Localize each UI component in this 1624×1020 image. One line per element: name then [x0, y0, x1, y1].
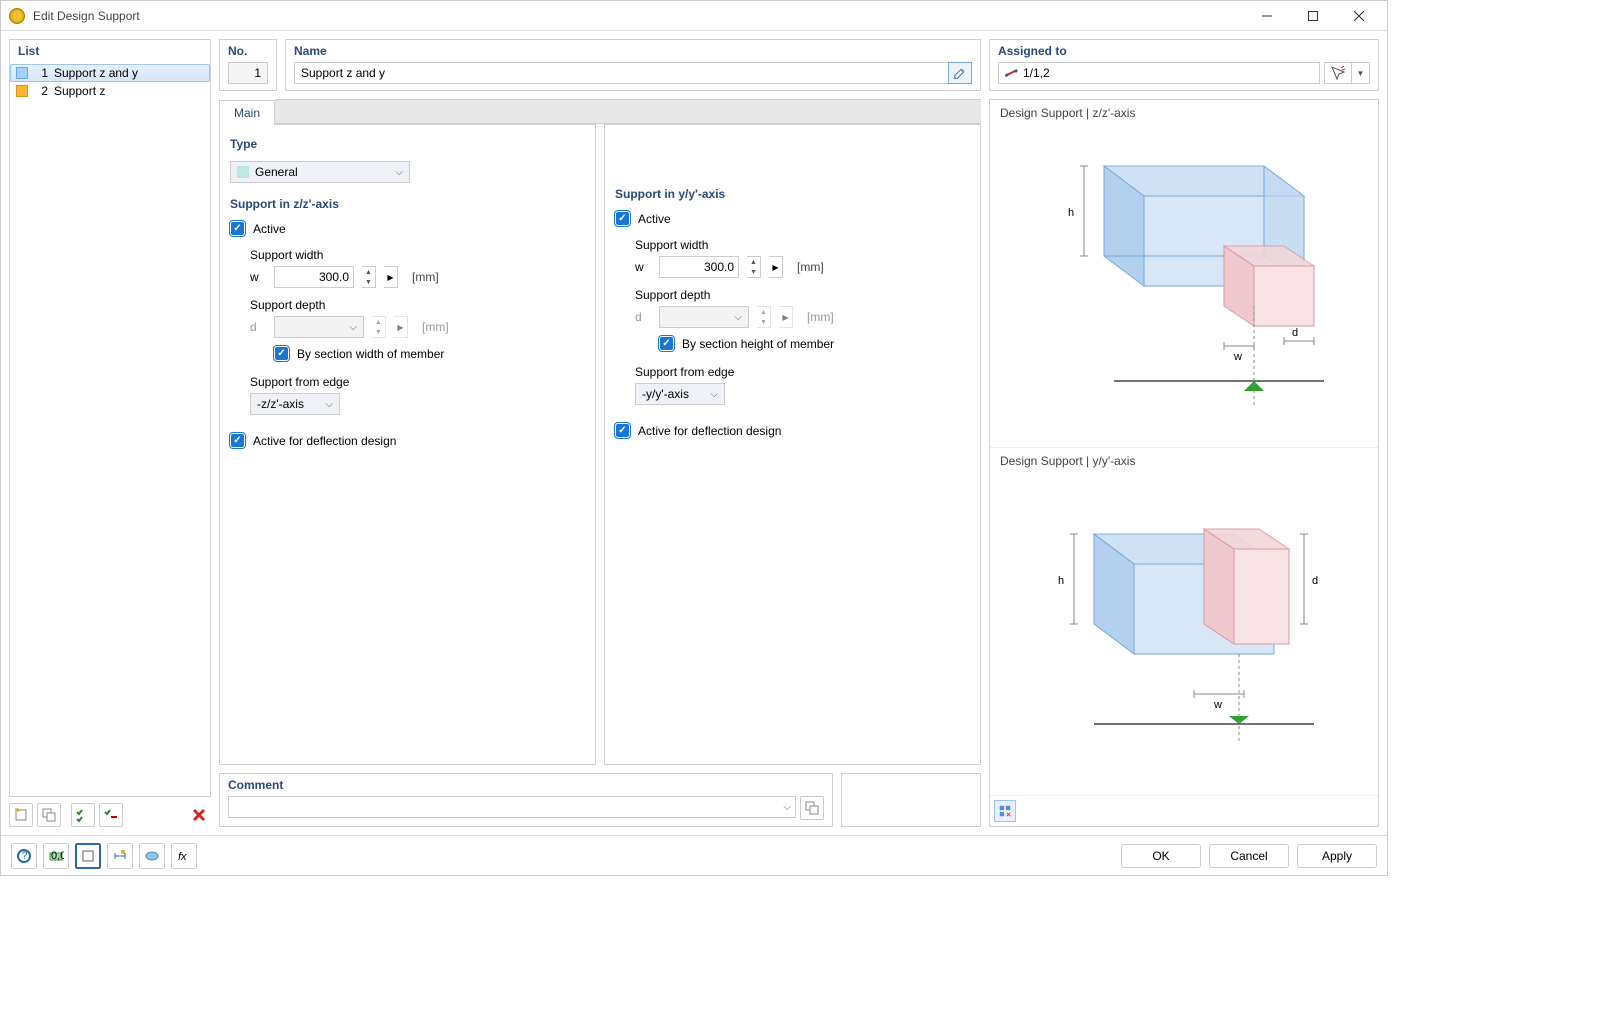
dimensions-button[interactable]: [107, 843, 133, 869]
svg-text:w: w: [1233, 351, 1242, 363]
active-z-checkbox[interactable]: [230, 221, 245, 236]
width-z-spinner[interactable]: ▲▼: [362, 266, 376, 288]
width-z-input[interactable]: 300.0: [274, 266, 354, 288]
frame-button[interactable]: [75, 843, 101, 869]
svg-text:d: d: [1312, 575, 1318, 587]
svg-text:?: ?: [22, 850, 28, 862]
comment-edit-button[interactable]: [800, 796, 824, 820]
no-field-box: No.: [219, 39, 277, 91]
deflection-y-checkbox[interactable]: [615, 423, 630, 438]
diagram-panel: Design Support | z/z'-axis: [989, 99, 1379, 827]
svg-text:h: h: [1068, 207, 1074, 219]
apply-button[interactable]: Apply: [1297, 844, 1377, 868]
depth-z-input: ⌵: [274, 316, 364, 338]
assigned-input[interactable]: 1/1,2: [998, 62, 1320, 84]
close-button[interactable]: [1345, 6, 1373, 26]
support-list[interactable]: 1 Support z and y 2 Support z: [10, 64, 210, 796]
edit-name-button[interactable]: [948, 62, 972, 84]
comment-combo[interactable]: ⌵: [228, 796, 796, 818]
help-button[interactable]: ?: [11, 843, 37, 869]
window-title: Edit Design Support: [33, 9, 1253, 23]
color-swatch: [16, 67, 28, 79]
panel-support-z: Type General ⌵ Support in z/z'-axis Acti…: [219, 124, 596, 765]
deflection-z-checkbox[interactable]: [230, 433, 245, 448]
function-button[interactable]: fx: [171, 843, 197, 869]
width-y-spinner[interactable]: ▲▼: [747, 256, 761, 278]
uncheck-all-button[interactable]: [99, 803, 123, 827]
no-input[interactable]: [228, 62, 268, 84]
name-input[interactable]: [294, 62, 949, 84]
edge-y-dropdown[interactable]: -y/y'-axis⌵: [635, 383, 725, 405]
pick-dropdown-button[interactable]: ▼: [1352, 62, 1370, 84]
by-section-y-checkbox[interactable]: [659, 336, 674, 351]
maximize-button[interactable]: [1299, 6, 1327, 26]
minimize-button[interactable]: [1253, 6, 1281, 26]
ok-button[interactable]: OK: [1121, 844, 1201, 868]
titlebar: Edit Design Support: [1, 1, 1387, 31]
depth-y-spinner: ▲▼: [757, 306, 771, 328]
type-dropdown[interactable]: General ⌵: [230, 161, 410, 183]
info-button[interactable]: [139, 843, 165, 869]
width-y-step[interactable]: ▶: [769, 256, 783, 278]
diagram-z: h w d: [1000, 120, 1368, 441]
diagram-options-button[interactable]: [994, 800, 1016, 822]
dialog-window: Edit Design Support List 1 Support z and…: [0, 0, 1388, 876]
check-all-button[interactable]: [71, 803, 95, 827]
width-z-step[interactable]: ▶: [384, 266, 398, 288]
list-heading: List: [10, 40, 210, 64]
units-button[interactable]: 0,00: [43, 843, 69, 869]
list-item[interactable]: 2 Support z: [10, 82, 210, 100]
name-field-box: Name: [285, 39, 981, 91]
copy-button[interactable]: [37, 803, 61, 827]
svg-text:fx: fx: [178, 851, 187, 863]
svg-text:w: w: [1213, 699, 1222, 711]
aux-box: [841, 773, 981, 827]
width-y-input[interactable]: 300.0: [659, 256, 739, 278]
member-icon: [1005, 68, 1019, 78]
pick-button[interactable]: [1324, 62, 1352, 84]
color-swatch: [16, 85, 28, 97]
delete-button[interactable]: [187, 803, 211, 827]
assigned-field-box: Assigned to 1/1,2 ▼: [989, 39, 1379, 91]
svg-text:h: h: [1058, 575, 1064, 587]
by-section-z-checkbox[interactable]: [274, 346, 289, 361]
list-item[interactable]: 1 Support z and y: [10, 64, 210, 82]
active-y-checkbox[interactable]: [615, 211, 630, 226]
app-icon: [9, 8, 25, 24]
svg-text:d: d: [1292, 327, 1298, 339]
depth-z-spinner: ▲▼: [372, 316, 386, 338]
depth-y-input: ⌵: [659, 306, 749, 328]
depth-y-step: ▶: [779, 306, 793, 328]
depth-z-step: ▶: [394, 316, 408, 338]
new-button[interactable]: [9, 803, 33, 827]
diagram-y: h d w: [1000, 468, 1368, 789]
panel-support-y: Support in y/y'-axis Active Support widt…: [604, 124, 981, 765]
cancel-button[interactable]: Cancel: [1209, 844, 1289, 868]
tab-main[interactable]: Main: [219, 100, 275, 125]
edge-z-dropdown[interactable]: -z/z'-axis⌵: [250, 393, 340, 415]
svg-text:0,00: 0,00: [51, 850, 64, 862]
